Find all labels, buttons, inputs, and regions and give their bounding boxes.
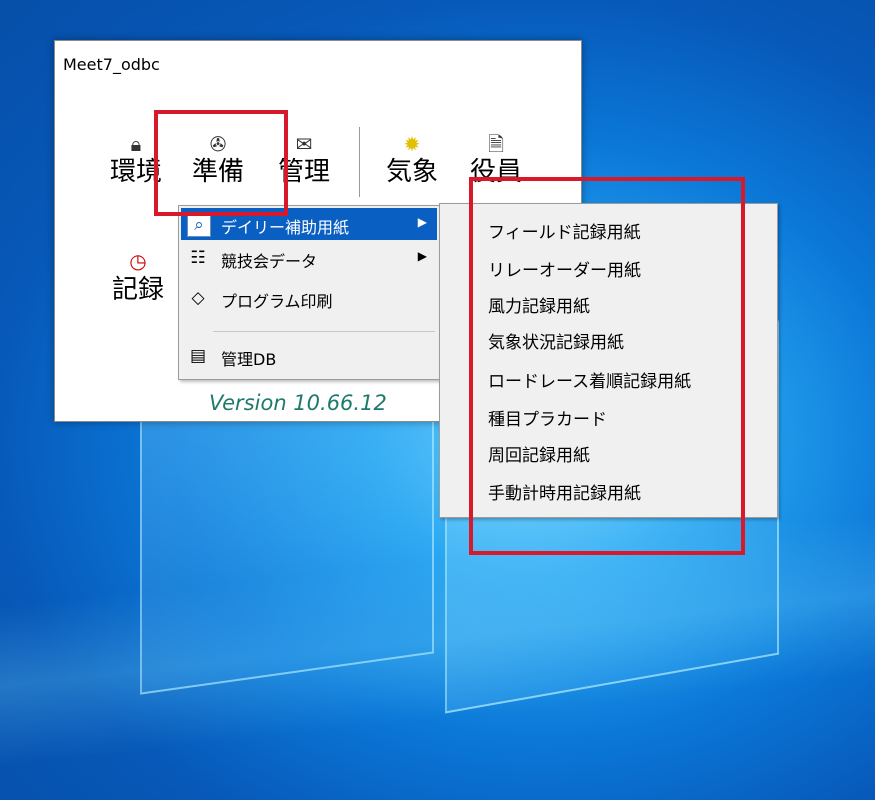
menu-item-label: 競技会データ	[221, 252, 318, 271]
toolbar-button-weather[interactable]: ✹ 気象	[377, 131, 447, 187]
highlight-box-preparation	[154, 110, 288, 216]
book-icon: ◇	[191, 288, 205, 308]
preparation-menu: ⌕ デイリー補助用紙 ▶ ☷ 競技会データ ▶ ◇ プログラム印刷 ▤ 管理DB	[178, 205, 442, 380]
toolbar-label: 記録	[111, 275, 164, 305]
submenu-arrow-icon: ▶	[417, 215, 427, 229]
toolbar-button-record[interactable]: ◷ 記録	[103, 249, 173, 305]
version-label: Version 10.66.12	[209, 391, 387, 415]
clock-icon: ◷	[129, 249, 147, 273]
menu-item-label: 管理DB	[221, 350, 277, 369]
document-icon: 🗎︎	[487, 132, 505, 156]
menu-item-management-db[interactable]: ▤ 管理DB	[181, 340, 437, 372]
submenu-arrow-icon: ▶	[417, 249, 427, 263]
menu-item-label: プログラム印刷	[221, 292, 333, 311]
toolbar-separator	[359, 127, 360, 197]
menu-item-meet-data[interactable]: ☷ 競技会データ ▶	[181, 242, 437, 274]
highlight-box-submenu	[469, 177, 745, 555]
sun-icon: ✹	[403, 132, 421, 156]
window-title: Meet7_odbc	[63, 55, 160, 74]
menu-item-print-program[interactable]: ◇ プログラム印刷	[181, 282, 437, 314]
database-icon: ▤	[189, 346, 207, 366]
toolbar-label: 気象	[385, 157, 438, 187]
menu-item-label: デイリー補助用紙	[221, 218, 350, 237]
menu-separator	[213, 331, 435, 332]
page-magnifier-icon: ⌕	[187, 213, 211, 237]
tree-icon: ☷	[190, 248, 206, 268]
